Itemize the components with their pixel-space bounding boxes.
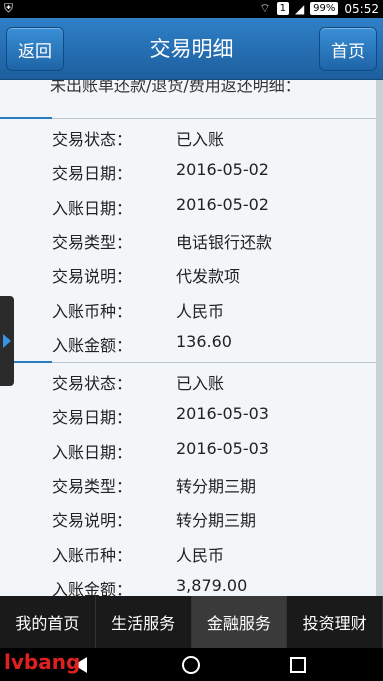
shield-icon: ⛨	[4, 1, 14, 15]
watermark-text: lvbang	[4, 650, 81, 674]
field-label: 交易说明：	[52, 267, 133, 287]
tab-item[interactable]: 金融服务	[191, 596, 288, 648]
home-button[interactable]: 首页	[319, 27, 377, 71]
nav-recent-apps-icon[interactable]	[290, 657, 306, 673]
field-value: 已入账	[176, 374, 225, 393]
field-label: 交易类型：	[52, 476, 133, 496]
detail-row: 交易日期： 2016-05-02	[0, 154, 376, 188]
detail-row: 入账金额： 136.60	[0, 326, 376, 360]
detail-row: 入账日期： 2016-05-02	[0, 189, 376, 223]
section-heading: 未出账单还款/退货/费用返还明细：	[50, 80, 301, 95]
wifi-icon: ⌔	[259, 1, 271, 15]
scrollbar[interactable]	[376, 80, 383, 596]
detail-row: 入账币种： 人民币	[0, 292, 376, 326]
chevron-right-icon	[3, 334, 11, 348]
field-value: 2016-05-03	[176, 438, 269, 458]
detail-row: 入账币种： 人民币	[0, 536, 376, 570]
field-label: 入账金额：	[52, 335, 133, 355]
transaction-list[interactable]: 未出账单还款/退货/费用返还明细： 交易状态： 已入账 交易日期： 2016-05-0…	[0, 80, 383, 596]
field-value: 人民币	[176, 545, 225, 565]
field-value: 已入账	[176, 130, 225, 149]
field-label: 入账日期：	[52, 442, 133, 462]
nav-home-icon[interactable]	[182, 656, 200, 674]
detail-row: 交易类型： 电话银行还款	[0, 223, 376, 257]
side-drawer-handle[interactable]	[0, 296, 14, 386]
detail-row: 交易日期： 2016-05-03	[0, 398, 376, 432]
field-label: 入账币种：	[52, 545, 133, 565]
detail-row: 入账金额： 3,879.00	[0, 570, 376, 596]
field-value: 转分期三期	[176, 511, 257, 531]
field-label: 交易日期：	[52, 408, 133, 428]
bottom-tab-bar: 我的首页 生活服务 金融服务 投资理财	[0, 596, 383, 648]
field-label: 交易日期：	[52, 164, 133, 184]
app-header: 交易明细 返回 首页	[0, 18, 383, 80]
field-label: 入账日期：	[52, 198, 133, 218]
field-value: 电话银行还款	[176, 232, 273, 252]
field-value: 转分期三期	[176, 476, 257, 496]
field-label: 交易说明：	[52, 511, 133, 531]
detail-row: 交易状态： 已入账	[0, 364, 376, 398]
signal-icon: ◢	[294, 1, 305, 16]
battery-indicator: 99%	[310, 2, 339, 15]
record-divider	[0, 362, 376, 363]
detail-row: 交易说明： 代发款项	[0, 257, 376, 291]
field-label: 入账币种：	[52, 301, 133, 321]
tab-item[interactable]: 投资理财	[287, 596, 383, 648]
field-value: 代发款项	[176, 267, 241, 287]
detail-row: 交易类型： 转分期三期	[0, 467, 376, 501]
record-divider-accent	[0, 117, 52, 119]
record-divider	[0, 118, 376, 119]
detail-row: 入账日期： 2016-05-03	[0, 433, 376, 467]
field-label: 交易状态：	[52, 130, 133, 149]
back-button[interactable]: 返回	[6, 27, 64, 71]
field-label: 交易状态：	[52, 374, 133, 393]
clock: 05:52	[344, 1, 379, 16]
field-value: 2016-05-02	[176, 160, 269, 180]
field-value: 人民币	[176, 301, 225, 321]
field-value: 2016-05-02	[176, 194, 269, 214]
notification-badge: 1	[276, 2, 289, 15]
status-bar: ⛨ ⌔ 1 ◢ 99% 05:52	[0, 0, 383, 18]
field-value: 136.60	[176, 331, 232, 351]
field-label: 入账金额：	[52, 579, 133, 596]
detail-row: 交易状态： 已入账	[0, 120, 376, 154]
detail-row: 交易说明： 转分期三期	[0, 501, 376, 535]
field-value: 2016-05-03	[176, 404, 269, 424]
field-value: 3,879.00	[176, 575, 248, 595]
field-label: 交易类型：	[52, 232, 133, 252]
tab-item[interactable]: 生活服务	[96, 596, 192, 648]
tab-item[interactable]: 我的首页	[0, 596, 96, 648]
